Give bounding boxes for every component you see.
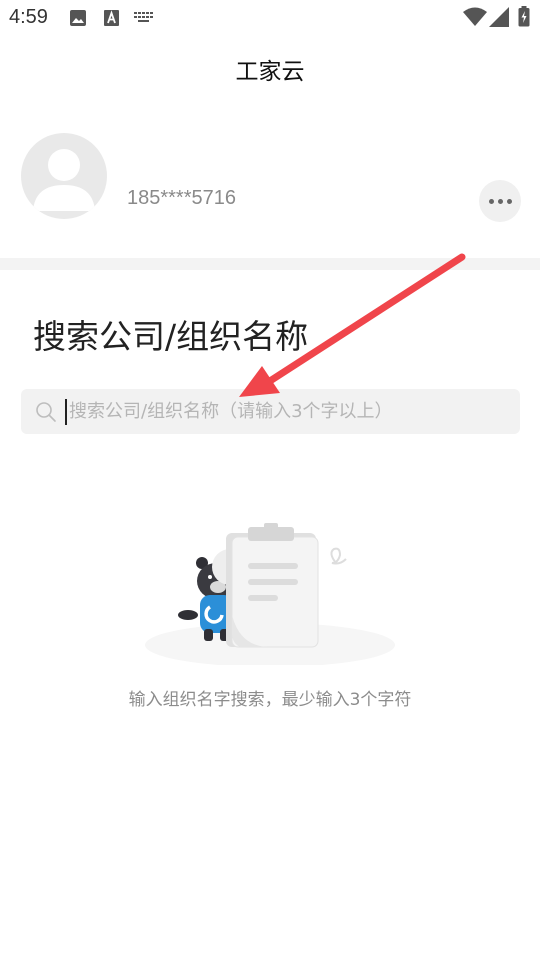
signal-icon — [489, 7, 509, 27]
more-dot — [506, 198, 512, 204]
app-title: 工家云 — [235, 59, 305, 85]
section-divider — [0, 258, 540, 270]
text-a-icon — [104, 10, 119, 26]
search-input[interactable] — [67, 389, 507, 434]
empty-state-hint: 输入组织名字搜索，最少输入3个字符 — [128, 690, 412, 710]
wifi-icon — [463, 7, 487, 26]
empty-state-illustration — [145, 523, 395, 665]
more-dots-icon — [488, 198, 494, 204]
more-dot — [497, 198, 503, 204]
status-time: 4:59 — [9, 6, 48, 28]
avatar[interactable] — [21, 133, 107, 219]
image-icon — [70, 10, 86, 26]
keyboard-icon — [134, 12, 153, 22]
battery-icon — [518, 6, 530, 27]
search-box[interactable] — [21, 389, 520, 434]
search-section-title: 搜索公司/组织名称 — [33, 317, 309, 356]
more-options-button[interactable] — [479, 180, 521, 222]
phone-number: 185****5716 — [127, 187, 236, 209]
user-placeholder-icon — [33, 149, 95, 211]
search-icon — [36, 402, 56, 422]
status-bar: 4:59 — [0, 0, 540, 36]
